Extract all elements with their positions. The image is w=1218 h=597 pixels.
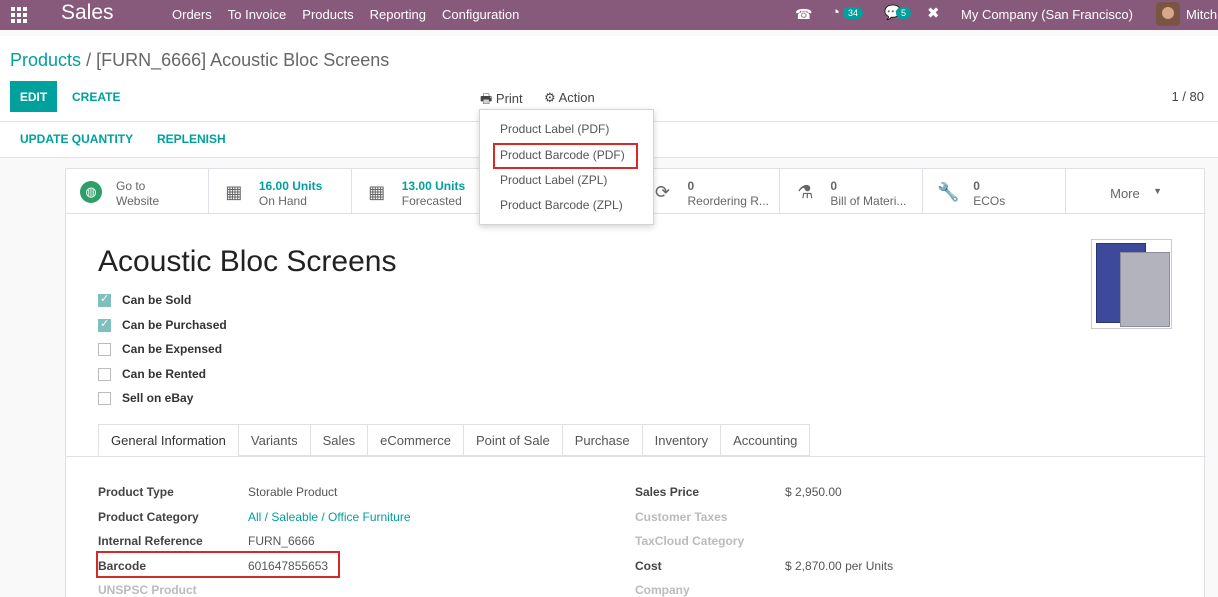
option-can-be-rented: Can be Rented — [98, 367, 206, 381]
tab-sales[interactable]: Sales — [310, 424, 369, 456]
cost-unit: per Units — [845, 559, 894, 573]
value-internal-reference[interactable]: FURN_6666 — [248, 534, 315, 548]
option-can-be-sold: Can be Sold — [98, 292, 191, 307]
more-button[interactable]: More ▼ — [1066, 169, 1206, 213]
stat-bill-of-materials[interactable]: ⚗ 0 Bill of Materi... — [780, 169, 924, 213]
label-product-category: Product Category — [98, 510, 199, 524]
label-unspsc-product: UNSPSC Product — [98, 583, 197, 597]
cubes-icon: ▦ — [368, 182, 386, 202]
activity-badge: 34 — [843, 7, 864, 19]
tab-accounting[interactable]: Accounting — [721, 424, 811, 456]
value-cost[interactable]: $ 2,870.00 per Units — [785, 559, 893, 573]
globe-icon: ◍ — [80, 181, 102, 203]
value-sales-price[interactable]: $ 2,950.00 — [785, 485, 842, 499]
breadcrumb-products-link[interactable]: Products — [10, 50, 81, 70]
stat-forecasted[interactable]: ▦ 13.00 Units Forecasted — [352, 169, 495, 213]
label-cost: Cost — [635, 559, 662, 573]
menu-item-product-label-pdf[interactable]: Product Label (PDF) — [500, 122, 609, 136]
value-product-category[interactable]: All / Saleable / Office Furniture — [248, 510, 411, 524]
gear-icon: ⚙ — [544, 90, 556, 105]
option-can-be-purchased: Can be Purchased — [98, 317, 227, 332]
phone-icon[interactable]: ☎ — [795, 6, 812, 36]
checkbox[interactable] — [98, 367, 111, 381]
print-dropdown-menu: Product Label (PDF) Product Barcode (PDF… — [479, 109, 654, 225]
label-taxcloud-category: TaxCloud Category — [635, 534, 745, 548]
replenish-button[interactable]: REPLENISH — [157, 132, 226, 146]
pager[interactable]: 1 / 80 — [1171, 89, 1204, 104]
tab-point-of-sale[interactable]: Point of Sale — [463, 424, 563, 456]
tab-inventory[interactable]: Inventory — [642, 424, 722, 456]
top-navbar: Sales Orders To Invoice Products Reporti… — [0, 0, 1218, 30]
product-image[interactable] — [1091, 239, 1172, 329]
menu-reporting[interactable]: Reporting — [370, 7, 426, 22]
stat-on-hand[interactable]: ▦ 16.00 Units On Hand — [209, 169, 352, 213]
checkbox[interactable] — [98, 391, 111, 405]
label-sales-price: Sales Price — [635, 485, 700, 499]
stat-ecos[interactable]: 🔧 0 ECOs — [923, 169, 1067, 213]
action-button[interactable]: ⚙ Action — [544, 90, 595, 106]
form-sheet: ◍ Go to Website ▦ 16.00 Units On Hand ▦ … — [65, 168, 1206, 597]
stat-website[interactable]: ◍ Go to Website — [66, 169, 209, 213]
option-sell-on-ebay: Sell on eBay — [98, 391, 193, 405]
main-menu: Orders To Invoice Products Reporting Con… — [172, 7, 535, 22]
label-internal-reference: Internal Reference — [98, 534, 203, 548]
user-name[interactable]: Mitch — [1186, 7, 1217, 37]
message-badge: 5 — [896, 7, 912, 19]
menu-item-product-barcode-zpl[interactable]: Product Barcode (ZPL) — [500, 198, 623, 212]
chat-icon[interactable]: 💬 5 — [884, 4, 912, 34]
app-brand[interactable]: Sales — [61, 1, 114, 25]
checkbox[interactable] — [98, 342, 111, 356]
screen-panel-grey — [1120, 252, 1170, 327]
tab-variants[interactable]: Variants — [238, 424, 311, 456]
label-product-type: Product Type — [98, 485, 174, 499]
menu-products[interactable]: Products — [302, 7, 353, 22]
tab-purchase[interactable]: Purchase — [562, 424, 643, 456]
breadcrumb-separator: / — [86, 50, 92, 70]
tab-general-information[interactable]: General Information — [98, 424, 239, 456]
printer-icon: 🖶 — [480, 91, 493, 106]
company-switcher[interactable]: My Company (San Francisco) — [961, 7, 1133, 37]
update-quantity-button[interactable]: UPDATE QUANTITY — [20, 132, 133, 146]
barcode-pdf-highlight — [493, 143, 638, 169]
breadcrumb-current: [FURN_6666] Acoustic Bloc Screens — [96, 50, 390, 70]
caret-down-icon: ▼ — [1153, 186, 1163, 196]
edit-button[interactable]: EDIT — [10, 81, 57, 112]
wrench-icon: 🔧 — [937, 182, 960, 202]
apps-grid-icon[interactable] — [11, 7, 27, 23]
wrench-icon[interactable]: ✖ — [927, 4, 940, 34]
value-product-type[interactable]: Storable Product — [248, 485, 337, 499]
avatar[interactable] — [1156, 2, 1180, 26]
menu-to-invoice[interactable]: To Invoice — [228, 7, 287, 22]
option-can-be-expensed: Can be Expensed — [98, 342, 222, 356]
checkbox[interactable] — [98, 317, 111, 332]
barcode-highlight — [96, 551, 340, 578]
create-button[interactable]: CREATE — [72, 90, 120, 104]
menu-configuration[interactable]: Configuration — [442, 7, 519, 22]
print-label: Print — [495, 91, 523, 106]
breadcrumb: Products / [FURN_6666] Acoustic Bloc Scr… — [10, 50, 389, 71]
notebook-tabs: General Information Variants Sales eComm… — [98, 424, 811, 456]
stat-reordering-rules[interactable]: ⟳ 0 Reordering R... — [638, 169, 781, 213]
cost-amount: $ 2,870.00 — [785, 559, 842, 573]
clock-icon[interactable]: ◔ 34 — [831, 4, 864, 34]
more-label: More — [1110, 186, 1140, 201]
menu-item-product-label-zpl[interactable]: Product Label (ZPL) — [500, 173, 607, 187]
action-label: Action — [558, 90, 595, 105]
label-customer-taxes: Customer Taxes — [635, 510, 728, 524]
checkbox[interactable] — [98, 292, 111, 307]
flask-icon: ⚗ — [797, 182, 814, 202]
cubes-icon: ▦ — [225, 182, 243, 202]
menu-orders[interactable]: Orders — [172, 7, 212, 22]
label-company: Company — [635, 583, 690, 597]
product-title[interactable]: Acoustic Bloc Screens — [98, 245, 396, 279]
tab-ecommerce[interactable]: eCommerce — [368, 424, 464, 456]
tabs-divider — [66, 456, 1206, 457]
refresh-icon: ⟳ — [654, 182, 671, 202]
